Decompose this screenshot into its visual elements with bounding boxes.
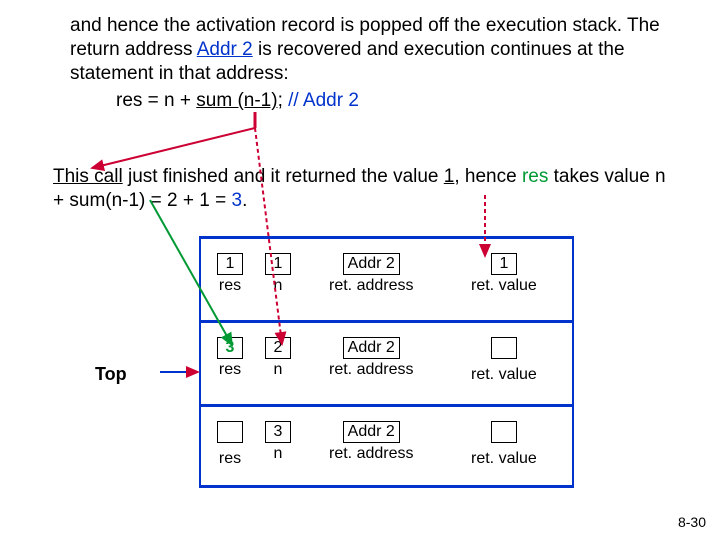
text: , hence xyxy=(454,166,522,187)
res-label: res xyxy=(217,277,243,295)
stack-row: 1 res 1 n Addr 2 ret. address 1 ret. val… xyxy=(199,236,574,320)
res-cell: res xyxy=(217,421,243,468)
res-cell: 3 res xyxy=(217,337,243,379)
n-box: 3 xyxy=(265,421,291,443)
ret-addr-box: Addr 2 xyxy=(343,421,400,443)
text: just finished and it returned the value xyxy=(123,166,444,187)
top-label: Top xyxy=(95,364,127,385)
ret-val-cell: ret. value xyxy=(471,337,537,384)
ret-val-box xyxy=(491,337,517,359)
ret-val-cell: ret. value xyxy=(471,421,537,468)
value-one: 1 xyxy=(444,166,455,187)
n-cell: 2 n xyxy=(265,337,291,379)
page-number: 8-30 xyxy=(678,514,706,530)
ret-addr-box: Addr 2 xyxy=(343,253,400,275)
res-label: res xyxy=(217,361,243,379)
code-call: sum (n-1); xyxy=(196,90,283,111)
ret-val-box: 1 xyxy=(491,253,517,275)
res-cell: 1 res xyxy=(217,253,243,295)
n-label: n xyxy=(265,277,291,295)
res-box: 3 xyxy=(217,337,243,359)
paragraph-intro: and hence the activation record is poppe… xyxy=(70,14,660,85)
ret-val-label: ret. value xyxy=(471,366,537,384)
ret-addr-label: ret. address xyxy=(329,361,413,379)
ret-addr-cell: Addr 2 ret. address xyxy=(329,253,413,295)
code-pre: res = n + xyxy=(116,90,196,111)
n-label: n xyxy=(265,361,291,379)
stack-row: res 3 n Addr 2 ret. address ret. value xyxy=(199,404,574,488)
res-box: 1 xyxy=(217,253,243,275)
this-call: This call xyxy=(53,166,123,187)
n-box: 1 xyxy=(265,253,291,275)
ret-addr-label: ret. address xyxy=(329,445,413,463)
code-line: res = n + sum (n-1); // Addr 2 xyxy=(116,90,359,112)
stack-row: 3 res 2 n Addr 2 ret. address ret. value xyxy=(199,320,574,404)
res-word: res xyxy=(522,166,548,187)
ret-addr-cell: Addr 2 ret. address xyxy=(329,421,413,463)
paragraph-result: This call just finished and it returned … xyxy=(53,165,673,213)
ret-val-label: ret. value xyxy=(471,277,537,295)
ret-val-cell: 1 ret. value xyxy=(471,253,537,295)
ret-addr-cell: Addr 2 ret. address xyxy=(329,337,413,379)
n-cell: 1 n xyxy=(265,253,291,295)
stack-diagram: 1 res 1 n Addr 2 ret. address 1 ret. val… xyxy=(199,236,574,488)
addr2-label: Addr 2 xyxy=(197,39,253,60)
n-box: 2 xyxy=(265,337,291,359)
three-value: 3 xyxy=(231,190,242,211)
text: . xyxy=(242,190,247,211)
ret-val-box xyxy=(491,421,517,443)
n-label: n xyxy=(265,445,291,463)
res-label: res xyxy=(217,450,243,468)
code-comment: // Addr 2 xyxy=(283,90,359,111)
ret-val-label: ret. value xyxy=(471,450,537,468)
res-box xyxy=(217,421,243,443)
ret-addr-label: ret. address xyxy=(329,277,413,295)
ret-addr-box: Addr 2 xyxy=(343,337,400,359)
n-cell: 3 n xyxy=(265,421,291,463)
